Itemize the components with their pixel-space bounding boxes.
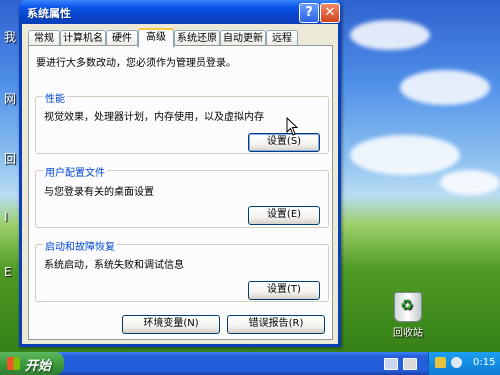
startup-recovery-group-title: 启动和故障恢复 [43, 238, 117, 253]
recycle-bin-label: 回收站 [393, 328, 423, 339]
network-icon[interactable] [384, 358, 398, 370]
desktop-icon-label[interactable]: E [4, 265, 12, 279]
tab-advanced[interactable]: 高级 [138, 28, 174, 48]
performance-group: 性能 视觉效果，处理器计划，内存使用，以及虚拟内存 设置(S) [35, 90, 329, 154]
user-profiles-group: 用户配置文件 与您登录有关的桌面设置 设置(E) [35, 164, 329, 228]
start-button[interactable]: 开始 [0, 352, 64, 375]
desktop-icon-label[interactable]: 我 [4, 28, 16, 45]
user-profiles-description: 与您登录有关的桌面设置 [44, 187, 154, 198]
performance-group-title: 性能 [43, 90, 67, 105]
dialog-client-area: 常规 计算机名 硬件 高级 系统还原 自动更新 远程 要进行大多数改动，您必须作… [22, 24, 338, 344]
tab-hardware[interactable]: 硬件 [106, 30, 138, 46]
tab-system-restore[interactable]: 系统还原 [174, 30, 220, 46]
environment-variables-button[interactable]: 环境变量(N) [122, 315, 220, 334]
user-profiles-group-title: 用户配置文件 [43, 164, 107, 179]
tab-remote[interactable]: 远程 [266, 30, 298, 46]
recycle-bin-shortcut[interactable]: 回收站 [388, 292, 428, 339]
cloud [350, 135, 460, 175]
title-bar[interactable]: 系统属性 ? ✕ [19, 0, 341, 24]
windows-logo-icon [7, 357, 20, 370]
desktop-icon-label[interactable]: I [4, 210, 8, 224]
performance-settings-button[interactable]: 设置(S) [248, 133, 320, 152]
cloud [440, 170, 500, 195]
cloud [350, 20, 430, 50]
window-title: 系统属性 [27, 7, 71, 20]
recycle-bin-icon [394, 292, 422, 322]
mouse-cursor-icon [286, 117, 298, 136]
security-icon[interactable] [435, 357, 446, 368]
admin-notice: 要进行大多数改动，您必须作为管理员登录。 [36, 58, 236, 69]
advanced-tab-page: 要进行大多数改动，您必须作为管理员登录。 性能 视觉效果，处理器计划，内存使用，… [28, 45, 333, 340]
clock[interactable]: 0:15 [473, 357, 495, 368]
volume-icon[interactable] [451, 357, 462, 368]
start-label: 开始 [25, 359, 52, 374]
monitor-icon[interactable] [403, 358, 417, 370]
close-button[interactable]: ✕ [320, 3, 340, 23]
help-button[interactable]: ? [299, 3, 319, 23]
tab-computer-name[interactable]: 计算机名 [60, 30, 106, 46]
startup-recovery-description: 系统启动，系统失败和调试信息 [44, 260, 184, 271]
taskbar: 开始 0:15 [0, 352, 500, 375]
system-properties-dialog: 系统属性 ? ✕ 常规 计算机名 硬件 高级 系统还原 自动更新 远程 要进行大… [19, 0, 341, 347]
performance-description: 视觉效果，处理器计划，内存使用，以及虚拟内存 [44, 112, 264, 123]
desktop-icon-label[interactable]: 网 [4, 90, 16, 107]
startup-recovery-settings-button[interactable]: 设置(T) [248, 281, 320, 300]
system-tray: 0:15 [428, 352, 500, 375]
error-reporting-button[interactable]: 错误报告(R) [227, 315, 325, 334]
tab-auto-update[interactable]: 自动更新 [220, 30, 266, 46]
startup-recovery-group: 启动和故障恢复 系统启动，系统失败和调试信息 设置(T) [35, 238, 329, 302]
cloud [400, 70, 490, 105]
user-profiles-settings-button[interactable]: 设置(E) [248, 206, 320, 225]
desktop-icon-label[interactable]: 回 [4, 150, 16, 167]
tab-general[interactable]: 常规 [28, 30, 60, 46]
